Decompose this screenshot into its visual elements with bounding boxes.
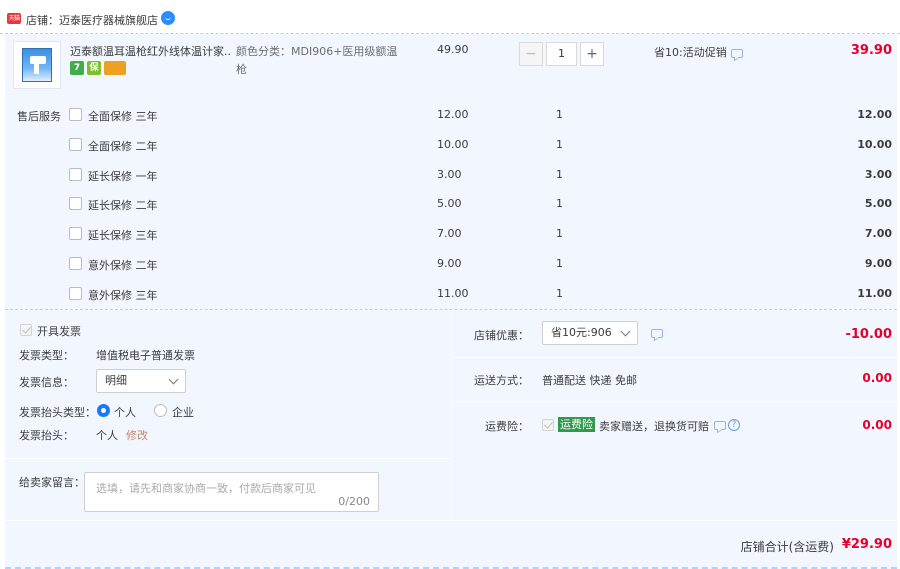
- service-name[interactable]: 延长保修 三年: [88, 227, 158, 243]
- invoice-type-label: 发票类型：: [19, 349, 74, 362]
- service-row: 全面保修 二年 10.00 1 10.00: [0, 134, 900, 156]
- shop-total-label: 店铺合计(含运费): [740, 540, 834, 554]
- promo-label: 省10:活动促销: [654, 46, 727, 59]
- service-price: 11.00: [437, 287, 469, 300]
- invoice-info-label: 发票信息：: [19, 376, 74, 389]
- chat-seller-icon[interactable]: [161, 11, 175, 25]
- shipping-value: 普通配送 快递 免邮: [542, 374, 637, 387]
- shipping-label: 运送方式：: [474, 374, 529, 387]
- message-char-count: 0/200: [338, 495, 370, 508]
- shipping-amount: 0.00: [862, 371, 892, 385]
- service-row: 全面保修 三年 12.00 1 12.00: [0, 104, 900, 126]
- service-qty: 1: [556, 287, 563, 300]
- chevron-down-icon: [168, 374, 179, 385]
- help-icon[interactable]: ?: [728, 419, 740, 431]
- service-total: 9.00: [864, 257, 892, 270]
- insurance-amount: 0.00: [862, 418, 892, 432]
- discount-amount: -10.00: [845, 327, 892, 342]
- discount-selected: 省10元:906: [551, 326, 612, 339]
- invoice-header-label: 发票抬头：: [19, 429, 74, 442]
- service-name[interactable]: 全面保修 三年: [88, 108, 158, 124]
- service-price: 10.00: [437, 138, 469, 151]
- service-price: 9.00: [437, 257, 462, 270]
- discount-select[interactable]: 省10元:906: [542, 321, 638, 345]
- service-name[interactable]: 意外保修 三年: [88, 287, 158, 303]
- item-total-price: 39.90: [850, 43, 892, 58]
- quantity-input[interactable]: 1: [546, 42, 577, 66]
- service-price: 7.00: [437, 227, 462, 240]
- service-total: 10.00: [857, 138, 892, 151]
- divider: [452, 357, 897, 358]
- service-qty: 1: [556, 227, 563, 240]
- service-name[interactable]: 意外保修 二年: [88, 257, 158, 273]
- unit-price: 49.90: [437, 43, 469, 56]
- shop-name[interactable]: 店铺：迈泰医疗器械旗舰店: [26, 12, 158, 28]
- service-price: 5.00: [437, 197, 462, 210]
- service-name[interactable]: 延长保修 二年: [88, 197, 158, 213]
- service-row: 意外保修 二年 9.00 1 9.00: [0, 253, 900, 275]
- invoice-header-type-label: 发票抬头类型：: [19, 406, 96, 419]
- service-checkbox[interactable]: [69, 197, 82, 210]
- chevron-down-icon: [620, 326, 631, 337]
- invoice-info-select[interactable]: 明细: [96, 369, 186, 393]
- seven-day-return-icon: 7: [70, 61, 84, 75]
- divider: [5, 458, 451, 459]
- service-price: 12.00: [437, 108, 469, 121]
- credit-card-icon: [104, 61, 126, 75]
- service-total: 11.00: [857, 287, 892, 300]
- radio-company[interactable]: [154, 404, 167, 417]
- service-checkbox[interactable]: [69, 138, 82, 151]
- service-name[interactable]: 全面保修 二年: [88, 138, 158, 154]
- insurance-checkbox: [542, 419, 554, 431]
- product-thumbnail[interactable]: [13, 41, 61, 89]
- invoice-header-value: 个人: [96, 429, 118, 442]
- service-qty: 1: [556, 108, 563, 121]
- service-name[interactable]: 延长保修 一年: [88, 168, 158, 184]
- quantity-decrease-button[interactable]: −: [519, 42, 543, 66]
- service-checkbox[interactable]: [69, 287, 82, 300]
- discount-info-icon[interactable]: [651, 329, 663, 338]
- service-row: 意外保修 三年 11.00 1 11.00: [0, 283, 900, 305]
- service-checkbox[interactable]: [69, 227, 82, 240]
- service-total: 12.00: [857, 108, 892, 121]
- invoice-info-value: 明细: [105, 374, 127, 387]
- insurance-label: 运费险：: [485, 420, 529, 433]
- service-qty: 1: [556, 197, 563, 210]
- service-qty: 1: [556, 138, 563, 151]
- shop-total-amount: ¥29.90: [841, 537, 892, 552]
- service-checkbox[interactable]: [69, 257, 82, 270]
- insurance-info-icon[interactable]: [714, 421, 726, 430]
- guarantee-icon: 保: [87, 61, 101, 75]
- message-placeholder: 选填，请先和商家协商一致，付款后商家可见: [96, 482, 316, 495]
- quantity-increase-button[interactable]: +: [580, 42, 604, 66]
- tmall-badge-icon: 天猫: [7, 13, 21, 24]
- service-qty: 1: [556, 257, 563, 270]
- issue-invoice-label: 开具发票: [37, 325, 81, 338]
- product-title[interactable]: 迈泰额温耳温枪红外线体温计家...: [70, 43, 232, 59]
- service-row: 延长保修 二年 5.00 1 5.00: [0, 193, 900, 215]
- insurance-badge: 运费险: [558, 417, 595, 432]
- invoice-type-value: 增值税电子普通发票: [96, 349, 195, 362]
- service-total: 3.00: [864, 168, 892, 181]
- insurance-desc: 卖家赠送，退换货可赔: [599, 420, 709, 433]
- divider: [452, 401, 897, 402]
- message-textarea[interactable]: 选填，请先和商家协商一致，付款后商家可见 0/200: [84, 472, 379, 512]
- service-row: 延长保修 一年 3.00 1 3.00: [0, 164, 900, 186]
- service-checkbox[interactable]: [69, 168, 82, 181]
- issue-invoice-checkbox[interactable]: [20, 324, 32, 336]
- service-checkbox[interactable]: [69, 108, 82, 121]
- service-total: 5.00: [864, 197, 892, 210]
- radio-personal-label[interactable]: 个人: [114, 404, 136, 420]
- message-label: 给卖家留言：: [19, 476, 85, 489]
- discount-label: 店铺优惠：: [474, 329, 529, 342]
- product-sku: 颜色分类：MDI906+医用级额温枪: [236, 45, 398, 76]
- promo-info-icon[interactable]: [731, 49, 743, 58]
- radio-company-label[interactable]: 企业: [172, 404, 194, 420]
- service-price: 3.00: [437, 168, 462, 181]
- radio-personal[interactable]: [97, 404, 110, 417]
- service-total: 7.00: [864, 227, 892, 240]
- service-row: 延长保修 三年 7.00 1 7.00: [0, 223, 900, 245]
- invoice-modify-link[interactable]: 修改: [126, 427, 148, 443]
- service-qty: 1: [556, 168, 563, 181]
